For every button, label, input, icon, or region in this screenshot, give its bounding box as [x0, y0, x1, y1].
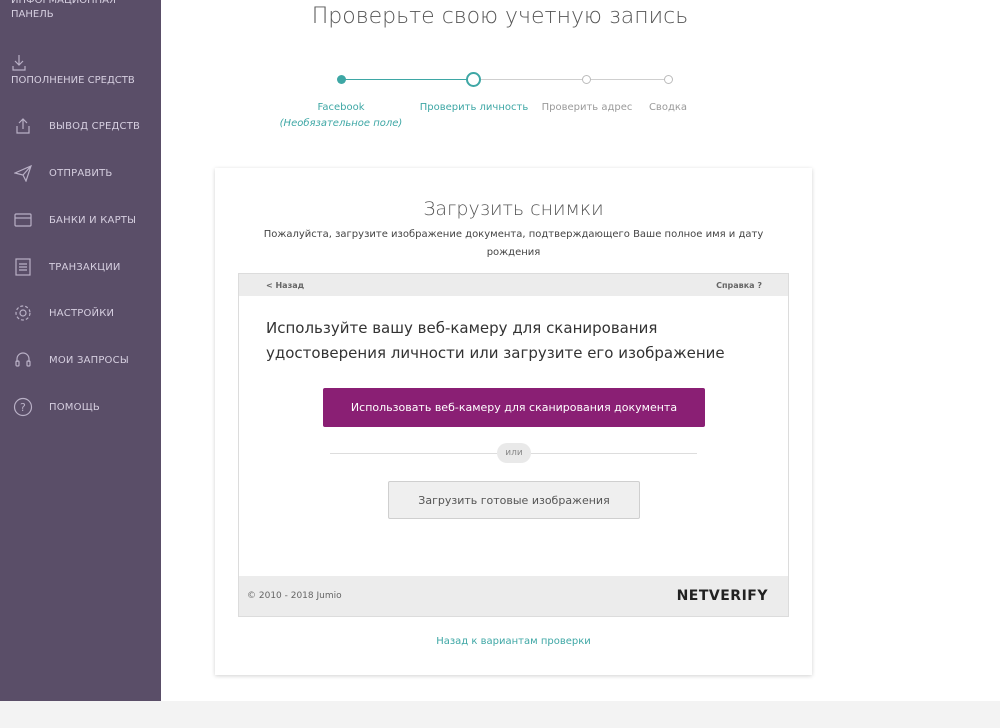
bottom-strip — [0, 701, 1000, 728]
sidebar-item-label: ОТПРАВИТЬ — [49, 167, 113, 179]
sidebar-item-transactions[interactable]: ТРАНЗАКЦИИ — [0, 257, 161, 277]
paper-plane-icon — [11, 163, 35, 183]
stepper-line-pending — [474, 79, 668, 80]
upload-card: Загрузить снимки Пожалуйста, загрузите и… — [215, 168, 812, 675]
sidebar-item-my-requests[interactable]: МОИ ЗАПРОСЫ — [0, 350, 161, 370]
list-icon — [11, 257, 35, 277]
sidebar-item-label: НАСТРОЙКИ — [49, 307, 115, 319]
netverify-frame: < Назад Справка ? Используйте вашу веб-к… — [238, 273, 789, 617]
sidebar-item-label: ТРАНЗАКЦИИ — [49, 261, 121, 273]
sidebar-item-settings[interactable]: НАСТРОЙКИ — [0, 303, 161, 323]
gear-icon — [11, 303, 35, 323]
stepper-line-done — [341, 79, 474, 80]
sidebar-item-help[interactable]: ? ПОМОЩЬ — [0, 397, 161, 417]
sidebar-item-label: МОИ ЗАПРОСЫ — [49, 354, 129, 366]
svg-text:?: ? — [20, 401, 26, 414]
progress-stepper: Facebook (Необязательное поле) Проверить… — [0, 70, 1000, 140]
step-dot-done — [337, 75, 346, 84]
divider-left — [330, 453, 497, 454]
step-dot-pending — [582, 75, 591, 84]
card-subtitle: Пожалуйста, загрузите изображение докуме… — [263, 229, 764, 258]
or-separator: или — [497, 443, 531, 463]
card-title: Загрузить снимки — [423, 198, 604, 220]
upload-images-button[interactable]: Загрузить готовые изображения — [388, 481, 640, 519]
step-verify-identity: Проверить личность — [419, 102, 529, 113]
help-link[interactable]: Справка ? — [716, 281, 762, 290]
use-webcam-button[interactable]: Использовать веб-камеру для сканирования… — [323, 388, 705, 427]
sidebar-item-banks-cards[interactable]: БАНКИ И КАРТЫ — [0, 210, 161, 230]
back-button[interactable]: < Назад — [266, 281, 304, 290]
step-facebook[interactable]: Facebook — [291, 102, 391, 113]
copyright-text: © 2010 - 2018 Jumio — [247, 591, 342, 601]
step-label: Facebook — [317, 102, 365, 113]
sidebar-item-send[interactable]: ОТПРАВИТЬ — [0, 163, 161, 183]
instruction-text: Используйте вашу веб-камеру для сканиров… — [266, 319, 725, 362]
question-icon: ? — [11, 397, 35, 417]
card-icon — [11, 210, 35, 230]
sidebar-item-label: БАНКИ И КАРТЫ — [49, 214, 137, 226]
netverify-logo: NETVERIFY — [676, 588, 768, 604]
step-summary: Сводка — [648, 102, 688, 113]
sidebar-item-label: ПОМОЩЬ — [49, 401, 100, 413]
back-to-options-link[interactable]: Назад к вариантам проверки — [215, 636, 812, 647]
step-dot-pending — [664, 75, 673, 84]
frame-footer: © 2010 - 2018 Jumio NETVERIFY — [239, 576, 788, 616]
step-dot-current — [466, 72, 481, 87]
step-optional-note: (Необязательное поле) — [279, 118, 403, 129]
page-title: Проверьте свою учетную запись — [311, 4, 689, 29]
step-verify-address: Проверить адрес — [541, 102, 633, 113]
frame-header: < Назад Справка ? — [239, 274, 788, 296]
headset-icon — [11, 350, 35, 370]
divider-right — [531, 453, 697, 454]
